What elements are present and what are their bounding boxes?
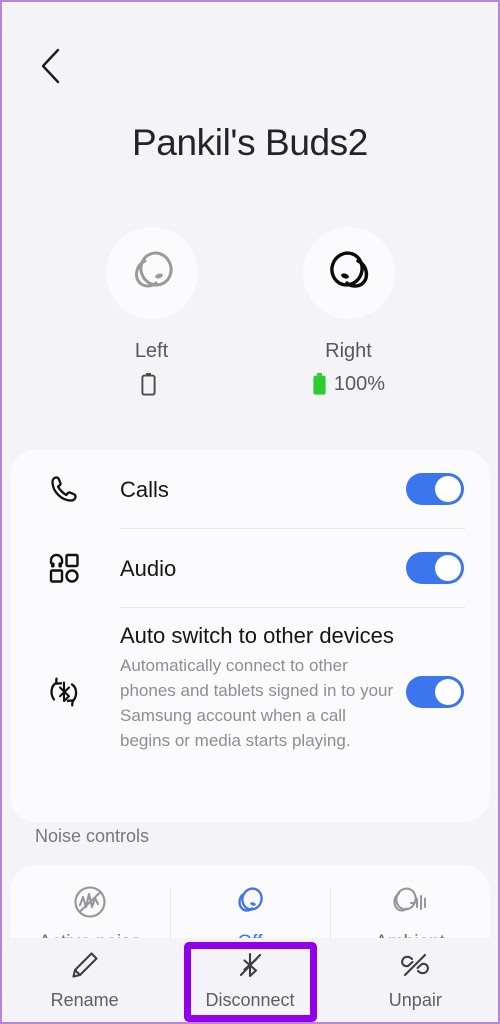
disconnect-label: Disconnect xyxy=(205,990,295,1010)
media-grid-icon xyxy=(44,548,84,588)
bud-right-battery-text: 100% xyxy=(333,372,386,395)
pencil-icon xyxy=(70,949,100,981)
ambient-sound-icon xyxy=(393,887,426,912)
toggle-knob xyxy=(435,555,461,581)
unpair-button[interactable]: Unpair xyxy=(333,938,498,1022)
bud-right-battery: 100% xyxy=(312,372,385,396)
noise-controls-label: Noise controls xyxy=(35,826,150,846)
bottom-action-bar: Rename Disconnect Unpair xyxy=(2,938,498,1022)
bud-left-label: Left xyxy=(134,340,169,362)
battery-full-icon xyxy=(313,373,326,395)
bluetooth-sync-icon xyxy=(44,672,84,712)
disconnect-button[interactable]: Disconnect xyxy=(167,938,332,1022)
battery-empty-icon xyxy=(140,373,156,396)
bluetooth-off-icon xyxy=(235,949,265,981)
rename-button[interactable]: Rename xyxy=(2,938,167,1022)
phone-icon xyxy=(44,469,84,509)
setting-calls-text: Calls xyxy=(120,468,169,511)
connection-settings-card: Calls Audio Auto switch to other devices… xyxy=(10,450,490,822)
toggle-auto-switch[interactable] xyxy=(406,675,464,708)
setting-audio-title: Audio xyxy=(120,555,177,581)
setting-row-audio[interactable]: Audio xyxy=(10,529,490,607)
earbud-icon xyxy=(134,251,173,288)
buds-status-area: Left Right 100% xyxy=(2,227,498,396)
toggle-audio[interactable] xyxy=(406,552,464,584)
back-button[interactable] xyxy=(28,44,72,88)
setting-auto-switch-desc: Automatically connect to other phones an… xyxy=(120,656,394,750)
toggle-knob xyxy=(435,678,461,705)
bud-left[interactable]: Left xyxy=(89,227,214,396)
setting-row-auto-switch[interactable]: Auto switch to other devices Automatical… xyxy=(10,608,490,775)
unpair-label: Unpair xyxy=(388,990,442,1010)
setting-calls-title: Calls xyxy=(120,476,169,502)
rename-label: Rename xyxy=(50,990,119,1010)
bud-right[interactable]: Right 100% xyxy=(286,227,411,396)
bud-right-label: Right xyxy=(325,340,372,362)
setting-row-calls[interactable]: Calls xyxy=(10,450,490,528)
chevron-left-icon xyxy=(41,48,60,84)
bud-right-avatar xyxy=(302,227,395,319)
toggle-knob xyxy=(435,476,461,502)
toggle-calls[interactable] xyxy=(406,473,464,505)
earbud-icon xyxy=(329,251,368,288)
noise-cancel-icon xyxy=(74,886,106,918)
phone-screen: Pankil's Buds2 Left Right 100% Calls Aud… xyxy=(0,0,500,1024)
earbud-off-icon xyxy=(238,887,263,912)
setting-auto-switch-text: Auto switch to other devices Automatical… xyxy=(120,614,400,759)
unlink-icon xyxy=(399,949,431,981)
bud-left-avatar xyxy=(105,227,198,319)
setting-auto-switch-title: Auto switch to other devices xyxy=(120,623,394,648)
page-title: Pankil's Buds2 xyxy=(132,122,368,163)
bud-left-battery xyxy=(140,372,163,396)
setting-audio-text: Audio xyxy=(120,547,176,590)
